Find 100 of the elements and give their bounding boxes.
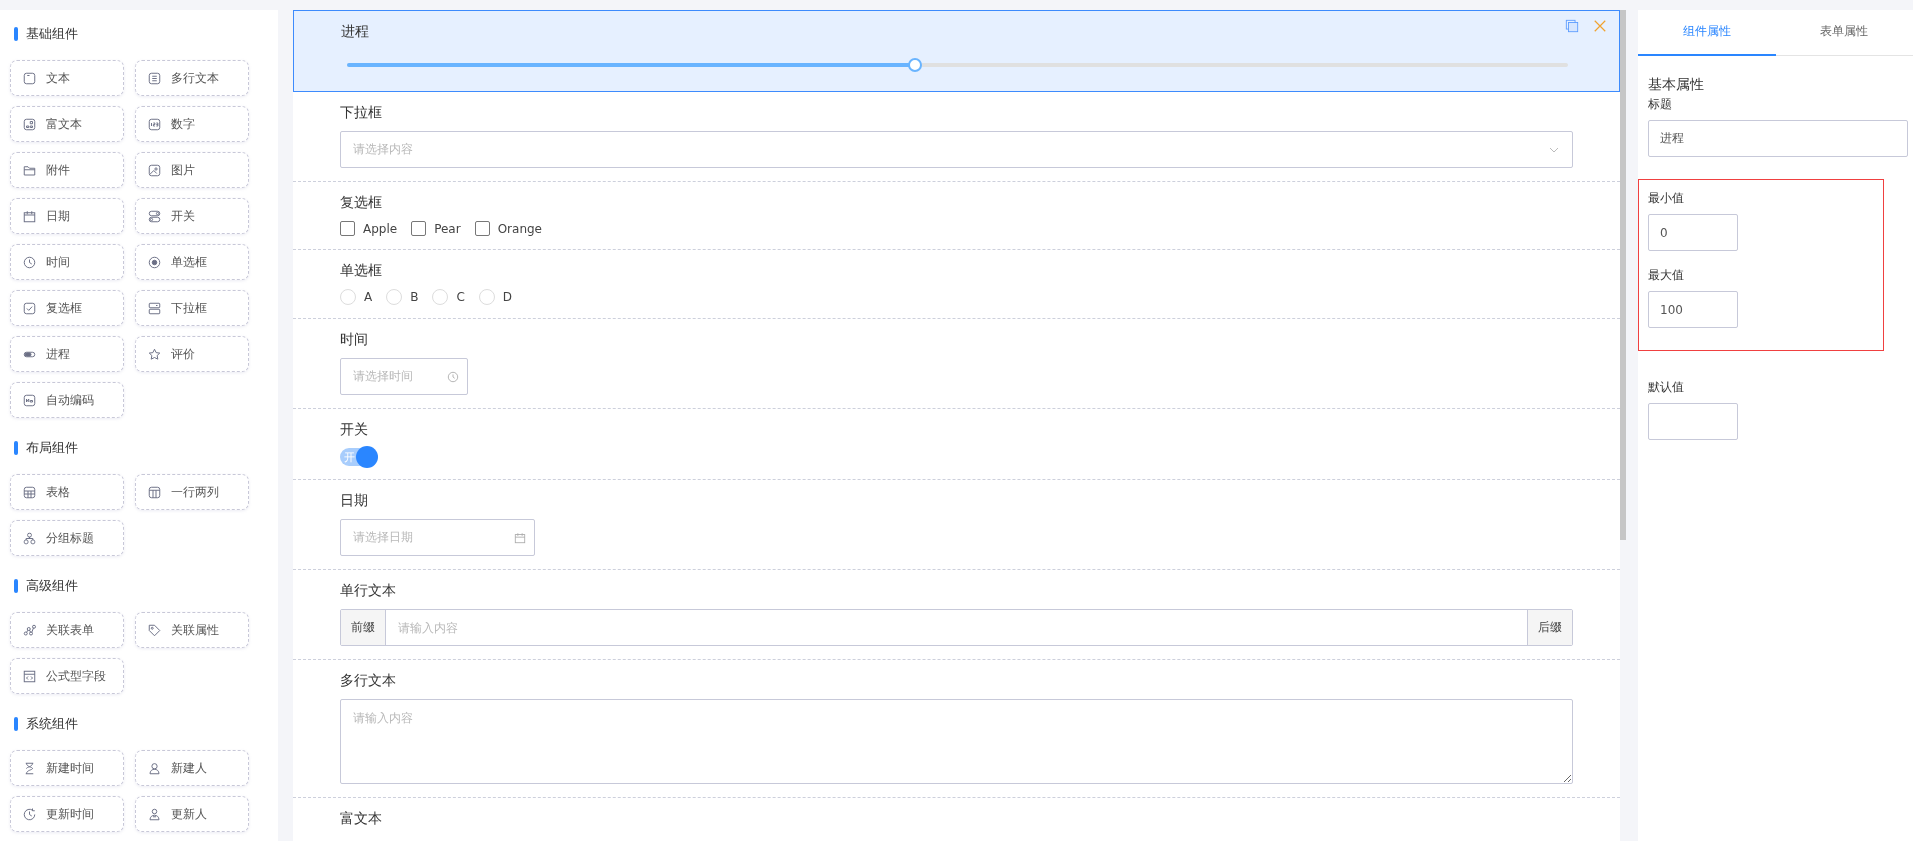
property-label: 最小值 bbox=[1648, 190, 1685, 207]
component-item[interactable]: 图片 bbox=[135, 152, 249, 188]
component-item[interactable]: 关联属性 bbox=[135, 612, 249, 648]
tab[interactable]: 表单属性 bbox=[1775, 10, 1913, 56]
form-field[interactable]: 时间 请选择时间 bbox=[293, 319, 1620, 409]
property-input[interactable]: 100 bbox=[1648, 291, 1738, 328]
form-field[interactable]: 富文本 bbox=[293, 798, 1620, 841]
component-item[interactable]: 文本 bbox=[10, 60, 124, 96]
clock-arrow-icon bbox=[22, 806, 37, 822]
radio-option[interactable]: D bbox=[478, 289, 513, 305]
property-label: 最大值 bbox=[1648, 267, 1685, 284]
component-item[interactable]: 单选框 bbox=[135, 244, 249, 280]
tab[interactable]: 组件属性 bbox=[1638, 10, 1776, 56]
columns-icon bbox=[147, 484, 162, 500]
dropdown-icon bbox=[147, 300, 162, 316]
property-input[interactable] bbox=[1648, 403, 1738, 440]
copy-icon[interactable] bbox=[1565, 19, 1579, 33]
component-item[interactable]: 多行文本 bbox=[135, 60, 249, 96]
component-item[interactable]: 数字 bbox=[135, 106, 249, 142]
user-icon bbox=[147, 760, 162, 776]
section-marker bbox=[14, 579, 18, 593]
section-title: 高级组件 bbox=[26, 577, 78, 595]
tag-icon bbox=[147, 622, 162, 638]
connected-nodes-icon bbox=[22, 622, 37, 638]
form-field[interactable]: 进程 bbox=[293, 10, 1620, 92]
code-window-icon bbox=[22, 668, 37, 684]
checkbox-option[interactable]: Orange bbox=[474, 221, 542, 236]
calendar-icon bbox=[22, 208, 37, 224]
component-item[interactable]: 富文本 bbox=[10, 106, 124, 142]
clock-icon bbox=[447, 370, 459, 383]
field-label: 开关 bbox=[340, 421, 369, 439]
toggle-icon bbox=[147, 208, 162, 224]
text-box-icon bbox=[22, 70, 37, 86]
component-item[interactable]: 日期 bbox=[10, 198, 124, 234]
field-label: 下拉框 bbox=[340, 104, 383, 122]
user-icon bbox=[147, 806, 162, 822]
component-item[interactable]: 新建人 bbox=[135, 750, 249, 786]
section-title: 系统组件 bbox=[26, 715, 78, 733]
component-item[interactable]: 公式型字段 bbox=[10, 658, 124, 694]
field-label: 复选框 bbox=[340, 194, 383, 212]
calendar-icon bbox=[514, 531, 526, 544]
component-item[interactable]: 表格 bbox=[10, 474, 124, 510]
form-field[interactable]: 日期 请选择日期 bbox=[293, 480, 1620, 570]
checkbox-option[interactable]: Apple bbox=[340, 221, 398, 236]
section-marker bbox=[14, 717, 18, 731]
component-item[interactable]: 下拉框 bbox=[135, 290, 249, 326]
number-icon bbox=[147, 116, 162, 132]
textarea-field[interactable]: 请输入内容 bbox=[340, 699, 1573, 784]
close-icon[interactable] bbox=[1593, 19, 1607, 33]
slider-thumb[interactable] bbox=[908, 58, 923, 72]
section-marker bbox=[14, 27, 18, 41]
form-field[interactable]: 开关 开 bbox=[293, 409, 1620, 480]
component-item[interactable]: 新建时间 bbox=[10, 750, 124, 786]
checkbox-option[interactable]: Pear bbox=[411, 221, 461, 236]
component-item[interactable]: 自动编码 bbox=[10, 382, 124, 418]
component-item[interactable]: 一行两列 bbox=[135, 474, 249, 510]
field-label: 单行文本 bbox=[340, 582, 397, 600]
form-field[interactable]: 下拉框 请选择内容 bbox=[293, 92, 1620, 182]
property-label: 标题 bbox=[1648, 96, 1673, 113]
form-field[interactable]: 单行文本 前缀 请输入内容 后缀 bbox=[293, 570, 1620, 660]
component-item[interactable]: 时间 bbox=[10, 244, 124, 280]
component-item[interactable]: 复选框 bbox=[10, 290, 124, 326]
hierarchy-icon bbox=[22, 530, 37, 546]
field-label: 多行文本 bbox=[340, 672, 397, 690]
prefix-label: 前缀 bbox=[341, 610, 386, 645]
star-icon bbox=[147, 346, 162, 362]
checkbox-icon bbox=[22, 300, 37, 316]
table-icon bbox=[22, 484, 37, 500]
text-input-group[interactable]: 前缀 请输入内容 后缀 bbox=[340, 609, 1573, 646]
component-item[interactable]: 关联表单 bbox=[10, 612, 124, 648]
suffix-label: 后缀 bbox=[1527, 610, 1572, 645]
section-title: 基础组件 bbox=[26, 25, 78, 43]
component-item[interactable]: 开关 bbox=[135, 198, 249, 234]
component-item[interactable]: 附件 bbox=[10, 152, 124, 188]
component-item[interactable]: 评价 bbox=[135, 336, 249, 372]
property-input[interactable]: 0 bbox=[1648, 214, 1738, 251]
radio-icon bbox=[147, 254, 162, 270]
field-label: 日期 bbox=[340, 492, 369, 510]
form-field[interactable]: 多行文本 请输入内容 bbox=[293, 660, 1620, 798]
field-label: 富文本 bbox=[340, 810, 383, 828]
component-item[interactable]: 更新人 bbox=[135, 796, 249, 832]
list-icon bbox=[147, 70, 162, 86]
component-item[interactable]: 分组标题 bbox=[10, 520, 124, 556]
property-input[interactable]: 进程 bbox=[1648, 120, 1908, 157]
field-label: 进程 bbox=[341, 23, 370, 41]
numbered-badge-icon bbox=[22, 392, 37, 408]
component-item[interactable]: 进程 bbox=[10, 336, 124, 372]
section-marker bbox=[14, 441, 18, 455]
field-label: 单选框 bbox=[340, 262, 383, 280]
clock-icon bbox=[22, 254, 37, 270]
scrollbar[interactable] bbox=[1620, 10, 1626, 540]
rich-text-icon bbox=[22, 116, 37, 132]
radio-option[interactable]: A bbox=[340, 289, 373, 305]
section-title: 基本属性 bbox=[1647, 76, 1705, 94]
component-item[interactable]: 更新时间 bbox=[10, 796, 124, 832]
property-label: 默认值 bbox=[1648, 379, 1685, 396]
field-label: 时间 bbox=[340, 331, 369, 349]
image-icon bbox=[147, 162, 162, 178]
form-field[interactable]: 复选框 Apple Pear Orange bbox=[293, 182, 1620, 250]
section-title: 布局组件 bbox=[26, 439, 78, 457]
